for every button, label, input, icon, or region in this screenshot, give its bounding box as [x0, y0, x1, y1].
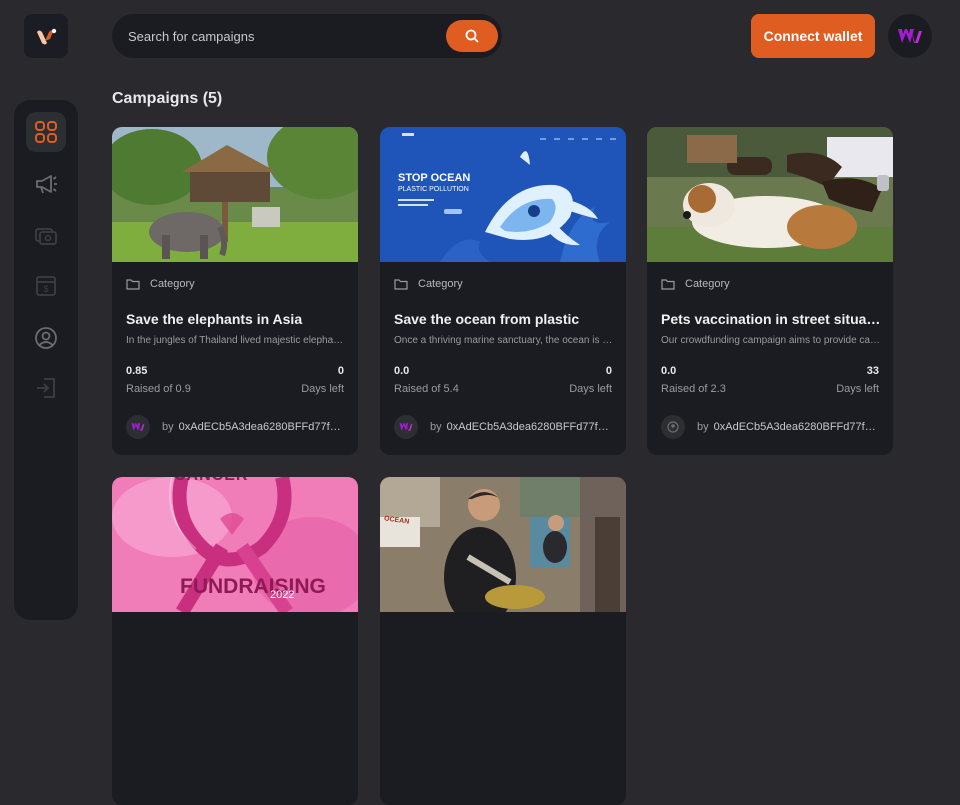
owner-avatar — [126, 415, 150, 439]
raised-amount: 0.0 — [661, 365, 677, 377]
user-placeholder-icon — [667, 421, 679, 433]
withdraw-icon: $ — [36, 276, 56, 296]
image-caption-top: CANCER — [174, 477, 248, 485]
campaign-image: STOP OCEAN PLASTIC POLLUTION — [380, 127, 626, 262]
folder-icon — [126, 279, 140, 290]
search-icon — [465, 29, 479, 43]
sidebar-item-dashboard[interactable] — [26, 112, 66, 152]
owner-address: 0xAdECb5A3dea6280BFFd77f61a1c2b3 — [446, 421, 615, 433]
campaign-card[interactable]: CANCER FUNDRAISING 2022 — [112, 477, 358, 805]
raised-stat: 0.85 Raised of 0.9 — [126, 365, 191, 395]
days-left-label: Days left — [301, 383, 344, 395]
campaign-owner: by 0xAdECb5A3dea6280BFFd77f61a1c2b3 — [661, 415, 882, 439]
svg-text:PLASTIC POLLUTION: PLASTIC POLLUTION — [398, 186, 469, 193]
payment-icon — [35, 228, 57, 245]
page-title: Campaigns (5) — [112, 90, 223, 107]
campaign-card[interactable]: OCEAN — [380, 477, 626, 805]
raised-target: Raised of 2.3 — [661, 383, 726, 395]
connect-wallet-button[interactable]: Connect wallet — [751, 14, 875, 58]
logo-icon — [37, 28, 57, 45]
sidebar-item-logout[interactable] — [26, 368, 66, 408]
sidebar-item-payment[interactable] — [26, 216, 66, 256]
campaign-image — [647, 127, 893, 262]
image-caption-year: 2022 — [270, 589, 295, 601]
image-caption-title: FUNDRAISING — [180, 575, 326, 598]
owner-address: 0xAdECb5A3dea6280BFFd77f61a1c2b3 — [178, 421, 347, 433]
campaign-owner: by 0xAdECb5A3dea6280BFFd77f61a1c2b3 — [394, 415, 615, 439]
days-left-value: 0 — [337, 365, 344, 377]
sidebar: $ — [14, 100, 78, 620]
campaign-card[interactable]: Category Save the elephants in Asia In t… — [112, 127, 358, 455]
dashboard-icon — [35, 121, 57, 143]
sidebar-item-withdraw[interactable]: $ — [26, 266, 66, 306]
days-stat: 33 Days left — [836, 365, 879, 395]
campaign-title: Pets vaccination in street situations — [661, 311, 881, 327]
campaign-description: Once a thriving marine sanctuary, the oc… — [394, 335, 614, 346]
days-left-value: 33 — [866, 365, 879, 377]
category-label: Category — [394, 278, 463, 290]
owner-avatar — [661, 415, 685, 439]
days-stat: 0 Days left — [301, 365, 344, 395]
campaign-description: In the jungles of Thailand lived majesti… — [126, 335, 346, 346]
search-button[interactable] — [446, 20, 498, 52]
search-input[interactable] — [126, 27, 446, 45]
category-text: Category — [418, 278, 463, 290]
campaign-title: Save the ocean from plastic — [394, 311, 580, 327]
days-stat: 0 Days left — [569, 365, 612, 395]
raised-stat: 0.0 Raised of 2.3 — [661, 365, 726, 395]
raised-amount: 0.0 — [394, 365, 410, 377]
profile-icon — [35, 327, 57, 349]
profile-avatar[interactable] — [888, 14, 932, 58]
days-left-value: 0 — [605, 365, 612, 377]
owner-address: 0xAdECb5A3dea6280BFFd77f61a1c2b3 — [713, 421, 882, 433]
category-label: Category — [126, 278, 195, 290]
campaign-image: CANCER FUNDRAISING 2022 — [112, 477, 358, 612]
folder-icon — [661, 279, 675, 290]
svg-text:$: $ — [43, 284, 48, 294]
owner-avatar — [394, 415, 418, 439]
brand-w-icon — [399, 423, 413, 431]
folder-icon — [394, 279, 408, 290]
category-text: Category — [150, 278, 195, 290]
campaign-card[interactable]: STOP OCEAN PLASTIC POLLUTION Category Sa… — [380, 127, 626, 455]
owner-by-label: by — [430, 421, 442, 433]
raised-target: Raised of 0.9 — [126, 383, 191, 395]
days-left-label: Days left — [836, 383, 879, 395]
category-text: Category — [685, 278, 730, 290]
svg-text:STOP OCEAN: STOP OCEAN — [398, 172, 470, 184]
campaign-card[interactable]: Category Pets vaccination in street situ… — [647, 127, 893, 455]
campaign-description: Our crowdfunding campaign aims to provid… — [661, 335, 881, 346]
campaign-title: Save the elephants in Asia — [126, 311, 303, 327]
owner-by-label: by — [697, 421, 709, 433]
owner-by-label: by — [162, 421, 174, 433]
sidebar-item-profile[interactable] — [26, 318, 66, 358]
category-label: Category — [661, 278, 730, 290]
brand-w-icon — [131, 423, 145, 431]
megaphone-icon — [36, 175, 57, 194]
app-logo[interactable] — [24, 14, 68, 58]
raised-target: Raised of 5.4 — [394, 383, 459, 395]
raised-stat: 0.0 Raised of 5.4 — [394, 365, 459, 395]
campaign-image: OCEAN — [380, 477, 626, 612]
raised-amount: 0.85 — [126, 365, 148, 377]
logout-icon — [37, 378, 55, 398]
search-bar — [112, 14, 502, 58]
days-left-label: Days left — [569, 383, 612, 395]
sidebar-item-campaign[interactable] — [26, 164, 66, 204]
brand-w-icon — [898, 29, 922, 43]
campaign-image — [112, 127, 358, 262]
campaign-owner: by 0xAdECb5A3dea6280BFFd77f61a1c2b3 — [126, 415, 347, 439]
